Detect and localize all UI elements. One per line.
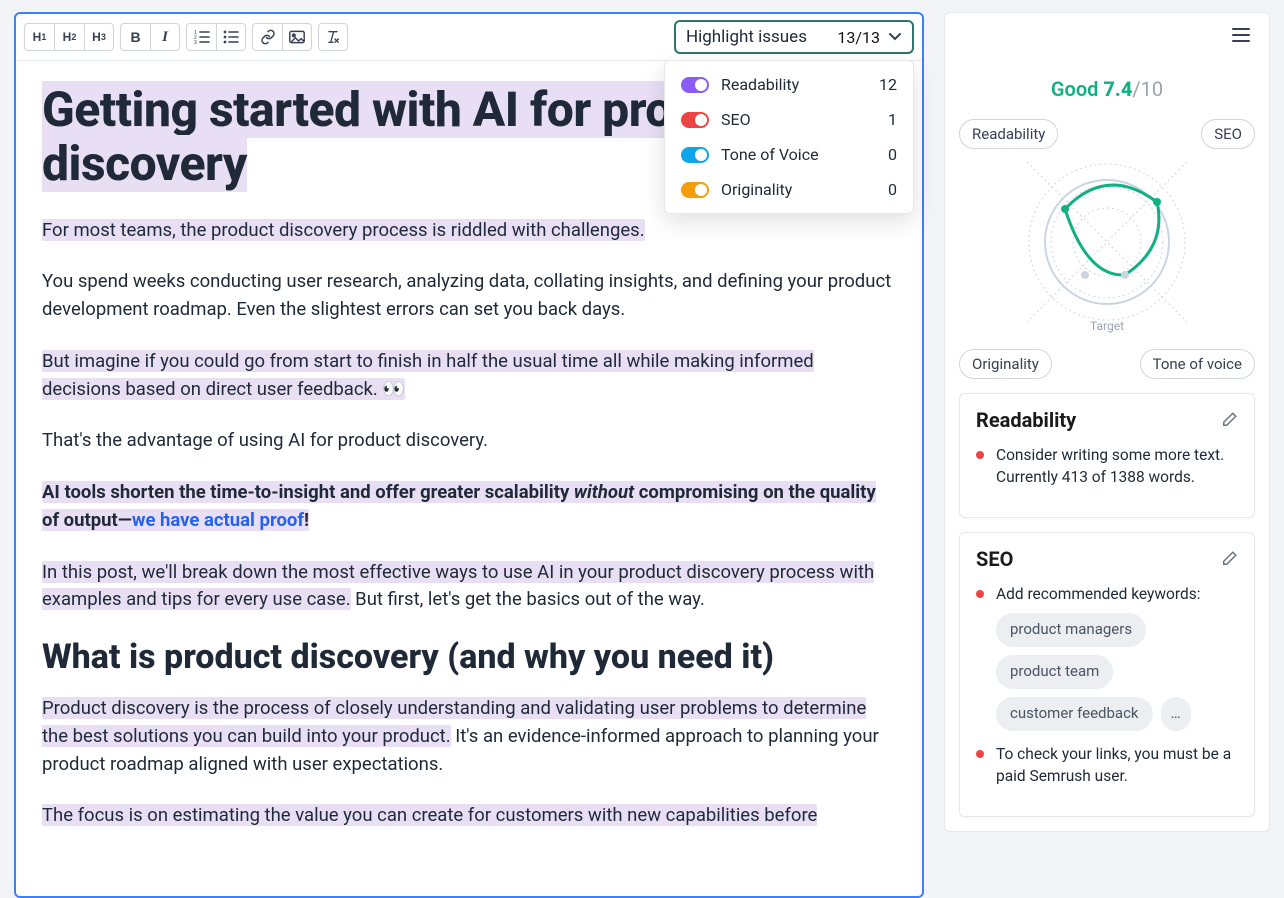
editor-panel: H1 H2 H3 B I 123 (14, 12, 924, 898)
proof-link[interactable]: we have actual proof (132, 509, 304, 531)
seo-card: SEO Add recommended keywords: product ma… (959, 532, 1255, 817)
pill-originality[interactable]: Originality (959, 349, 1052, 379)
dd-item-tone[interactable]: Tone of Voice 0 (665, 137, 913, 172)
seo-title: SEO (976, 547, 1013, 571)
ordered-list-button[interactable]: 123 (186, 23, 216, 51)
italic-button[interactable]: I (150, 23, 180, 51)
toggle-originality[interactable] (681, 182, 709, 198)
edit-icon[interactable] (1220, 550, 1238, 568)
highlight-count: 13/13 (837, 28, 880, 47)
hamburger-icon[interactable] (1227, 23, 1255, 47)
target-label: Target (1090, 319, 1124, 333)
highlight-label: Highlight issues (686, 27, 807, 47)
edit-icon[interactable] (1220, 411, 1238, 429)
doc-p4: That's the advantage of using AI for pro… (42, 427, 896, 455)
bullet-dot-icon (976, 590, 984, 598)
readability-card: Readability Consider writing some more t… (959, 393, 1255, 518)
link-button[interactable] (252, 23, 282, 51)
h1-button[interactable]: H1 (24, 23, 54, 51)
toggle-seo[interactable] (681, 112, 709, 128)
unordered-list-button[interactable] (216, 23, 246, 51)
radar-chart: Readability SEO Originality Tone of voic… (955, 119, 1259, 379)
bullet-dot-icon (976, 750, 984, 758)
seo-item-links: To check your links, you must be a paid … (976, 743, 1238, 788)
keyword-chip[interactable]: product managers (996, 613, 1146, 647)
pill-seo[interactable]: SEO (1201, 119, 1255, 149)
doc-p5: AI tools shorten the time-to-insight and… (42, 479, 896, 535)
bold-button[interactable]: B (120, 23, 150, 51)
dd-item-originality[interactable]: Originality 0 (665, 172, 913, 207)
readability-item: Consider writing some more text. Current… (976, 444, 1238, 489)
keyword-chip[interactable]: customer feedback (996, 697, 1153, 731)
dd-item-seo[interactable]: SEO 1 (665, 102, 913, 137)
highlight-issues-select[interactable]: Highlight issues 13/13 (674, 20, 914, 54)
clear-format-button[interactable] (318, 23, 348, 51)
readability-title: Readability (976, 408, 1076, 432)
image-button[interactable] (282, 23, 312, 51)
score-display: Good 7.4/10 (945, 77, 1269, 101)
toggle-readability[interactable] (681, 77, 709, 93)
h2-button[interactable]: H2 (54, 23, 84, 51)
toggle-tone[interactable] (681, 147, 709, 163)
highlight-dropdown: Readability 12 SEO 1 Tone of Voice 0 Ori… (664, 60, 914, 214)
bullet-dot-icon (976, 451, 984, 459)
chevron-down-icon (888, 32, 902, 42)
side-panel: Good 7.4/10 Readability SEO Originality … (944, 12, 1270, 898)
keyword-chip[interactable]: product team (996, 655, 1113, 689)
keyword-chip-more[interactable]: … (1161, 697, 1191, 731)
doc-p3: But imagine if you could go from start t… (42, 350, 814, 400)
doc-h2: What is product discovery (and why you n… (42, 638, 896, 677)
score-panel: Good 7.4/10 Readability SEO Originality … (944, 12, 1270, 832)
doc-p1: For most teams, the product discovery pr… (42, 219, 645, 241)
h3-button[interactable]: H3 (84, 23, 114, 51)
dd-item-readability[interactable]: Readability 12 (665, 67, 913, 102)
doc-p7: Product discovery is the process of clos… (42, 695, 896, 778)
toolbar: H1 H2 H3 B I 123 (16, 14, 922, 61)
pill-readability[interactable]: Readability (959, 119, 1058, 149)
doc-p6: In this post, we'll break down the most … (42, 559, 896, 615)
pill-tone[interactable]: Tone of voice (1140, 349, 1255, 379)
doc-p8: The focus is on estimating the value you… (42, 804, 817, 826)
seo-item-keywords: Add recommended keywords: product manage… (976, 583, 1238, 731)
doc-p2: You spend weeks conducting user research… (42, 268, 896, 324)
svg-text:3: 3 (194, 40, 197, 44)
